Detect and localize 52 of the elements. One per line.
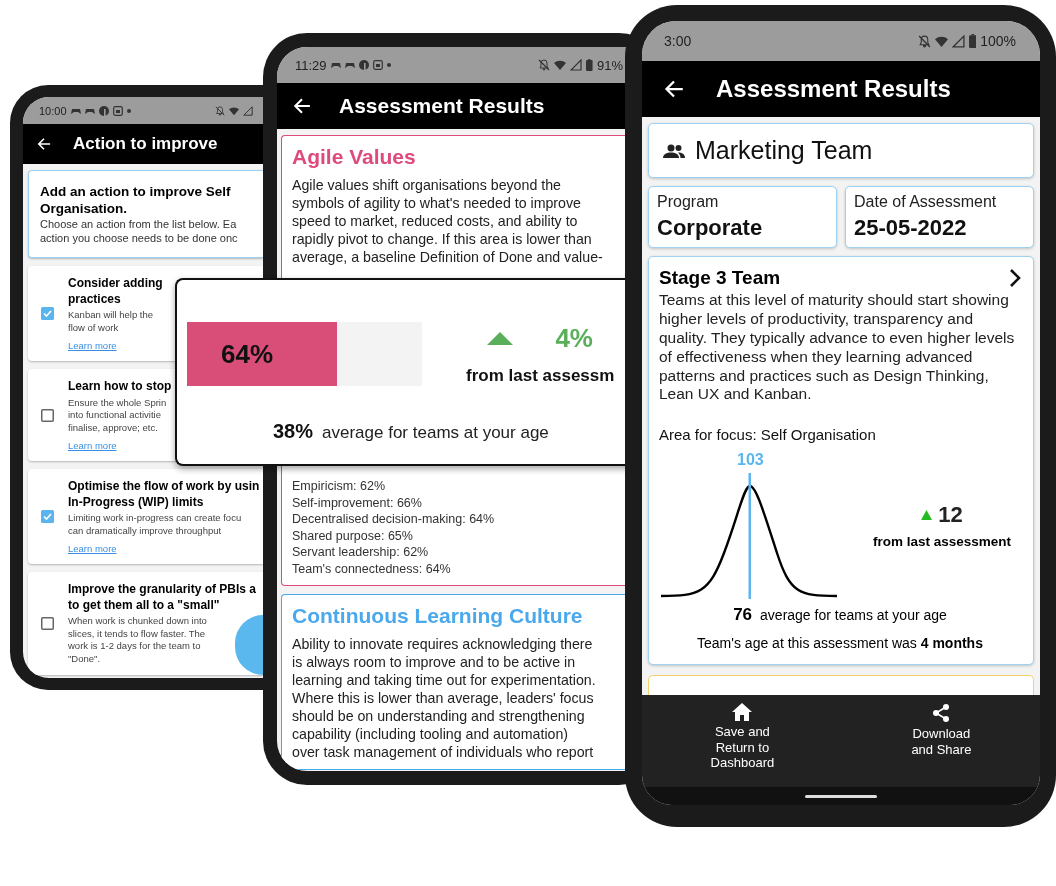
- team-age-note: Team's age at this assessment was 4 months: [696, 635, 984, 652]
- change-label: from last assessm: [466, 365, 615, 386]
- nav-button[interactable]: Save and Return to Dashboard: [710, 703, 775, 771]
- score-line: Shared purpose: 65%: [292, 527, 414, 544]
- section-title: Continuous Learning Culture: [292, 603, 584, 629]
- score-change: 4%: [555, 322, 593, 354]
- section-description: Ability to innovate requires acknowledging there is always room to improve and to be active in learning and taking time out for experimentation. Where this is lower than average, leaders' focus should be on understanding and strengthening capability (including tooling and automation) over task management of individuals who report: [292, 635, 597, 761]
- section-title: Agile Values: [292, 144, 417, 170]
- battery-level: 100%: [980, 33, 1016, 49]
- action-description: Ensure the whole Sprin into functional activitie finalise, approve; etc.: [68, 396, 167, 434]
- average-label: average for teams at your age: [760, 607, 947, 624]
- screen-title: Action to improve: [73, 134, 218, 154]
- action-title: Improve the granularity of PBIs a to get them all to a "small": [68, 582, 257, 613]
- score-line: Team's connectedness: 64%: [292, 560, 452, 577]
- status-time: 3:00: [664, 33, 692, 49]
- score-line: Decentralised decision-making: 64%: [292, 511, 496, 528]
- focus-area: Area for focus: Self Organisation: [659, 426, 1021, 444]
- detail-label: Date of Assessment: [854, 193, 998, 212]
- action-title: Consider adding practices: [68, 276, 163, 307]
- score-marker-value: 103: [737, 451, 764, 470]
- average-value: 38%: [273, 420, 314, 443]
- action-title: Learn how to stop: [68, 379, 172, 395]
- score-line: Empiricism: 62%: [292, 478, 387, 495]
- nav-button[interactable]: Download and Share: [911, 703, 972, 757]
- stage-description: Teams at this level of maturity should start showing higher levels of productivity, transparency and quality. They typically advance to even higher levels of effectiveness when they learning advanced patterns and practices such as Design Thinking, Lean UX and Kanban.: [659, 291, 1016, 405]
- detail-value: 25-05-2022: [854, 215, 968, 242]
- action-description: Limiting work in-progress can create focu can dramatically improve throughput: [68, 512, 242, 537]
- learn-more-link[interactable]: Learn more: [68, 440, 117, 451]
- learn-more-link[interactable]: Learn more: [68, 340, 117, 351]
- change-label: from last assessment: [873, 533, 1012, 549]
- score-line: Servant leadership: 62%: [292, 544, 430, 561]
- action-description: When work is chunked down into slices, it tends to flow faster. The work is 1-2 days for the team to "Done".: [68, 615, 207, 665]
- stage-title: Stage 3 Team: [659, 267, 781, 290]
- screen-title: Assessment Results: [716, 75, 951, 103]
- team-name: Marketing Team: [695, 136, 873, 166]
- intro-text: Choose an action from the list below. Ea action you choose needs to be done onc: [40, 217, 239, 245]
- action-card[interactable]: Improve the granularity of PBIs a to get them all to a "small" When work is chunked down into slices, it tends to flow faster. The work is 1-2 days for the team to "Done".: [28, 572, 263, 675]
- status-time: 10:00: [39, 104, 67, 117]
- screen-title: Assessment Results: [339, 94, 545, 118]
- score-line: Self-improvement: 66%: [292, 494, 423, 511]
- battery-level: 91%: [596, 57, 623, 73]
- detail-label: Program: [657, 193, 720, 212]
- average-label: average for teams at your age: [322, 423, 549, 443]
- status-time: 11:29: [295, 57, 327, 73]
- action-card[interactable]: Optimise the flow of work by usin In-Progress (WIP) limits Limiting work in-progress can create focu can dramatically improve throughput Learn more: [28, 469, 263, 564]
- intro-heading: Add an action to improve Self Organisation.: [40, 183, 232, 217]
- detail-value: Corporate: [657, 215, 764, 242]
- action-title: Optimise the flow of work by usin In-Progress (WIP) limits: [68, 479, 260, 510]
- score-change: 12: [938, 501, 963, 528]
- action-description: Kanban will help the flow of work: [68, 309, 154, 334]
- learn-more-link[interactable]: Learn more: [68, 543, 117, 554]
- average-value: 76: [733, 605, 753, 626]
